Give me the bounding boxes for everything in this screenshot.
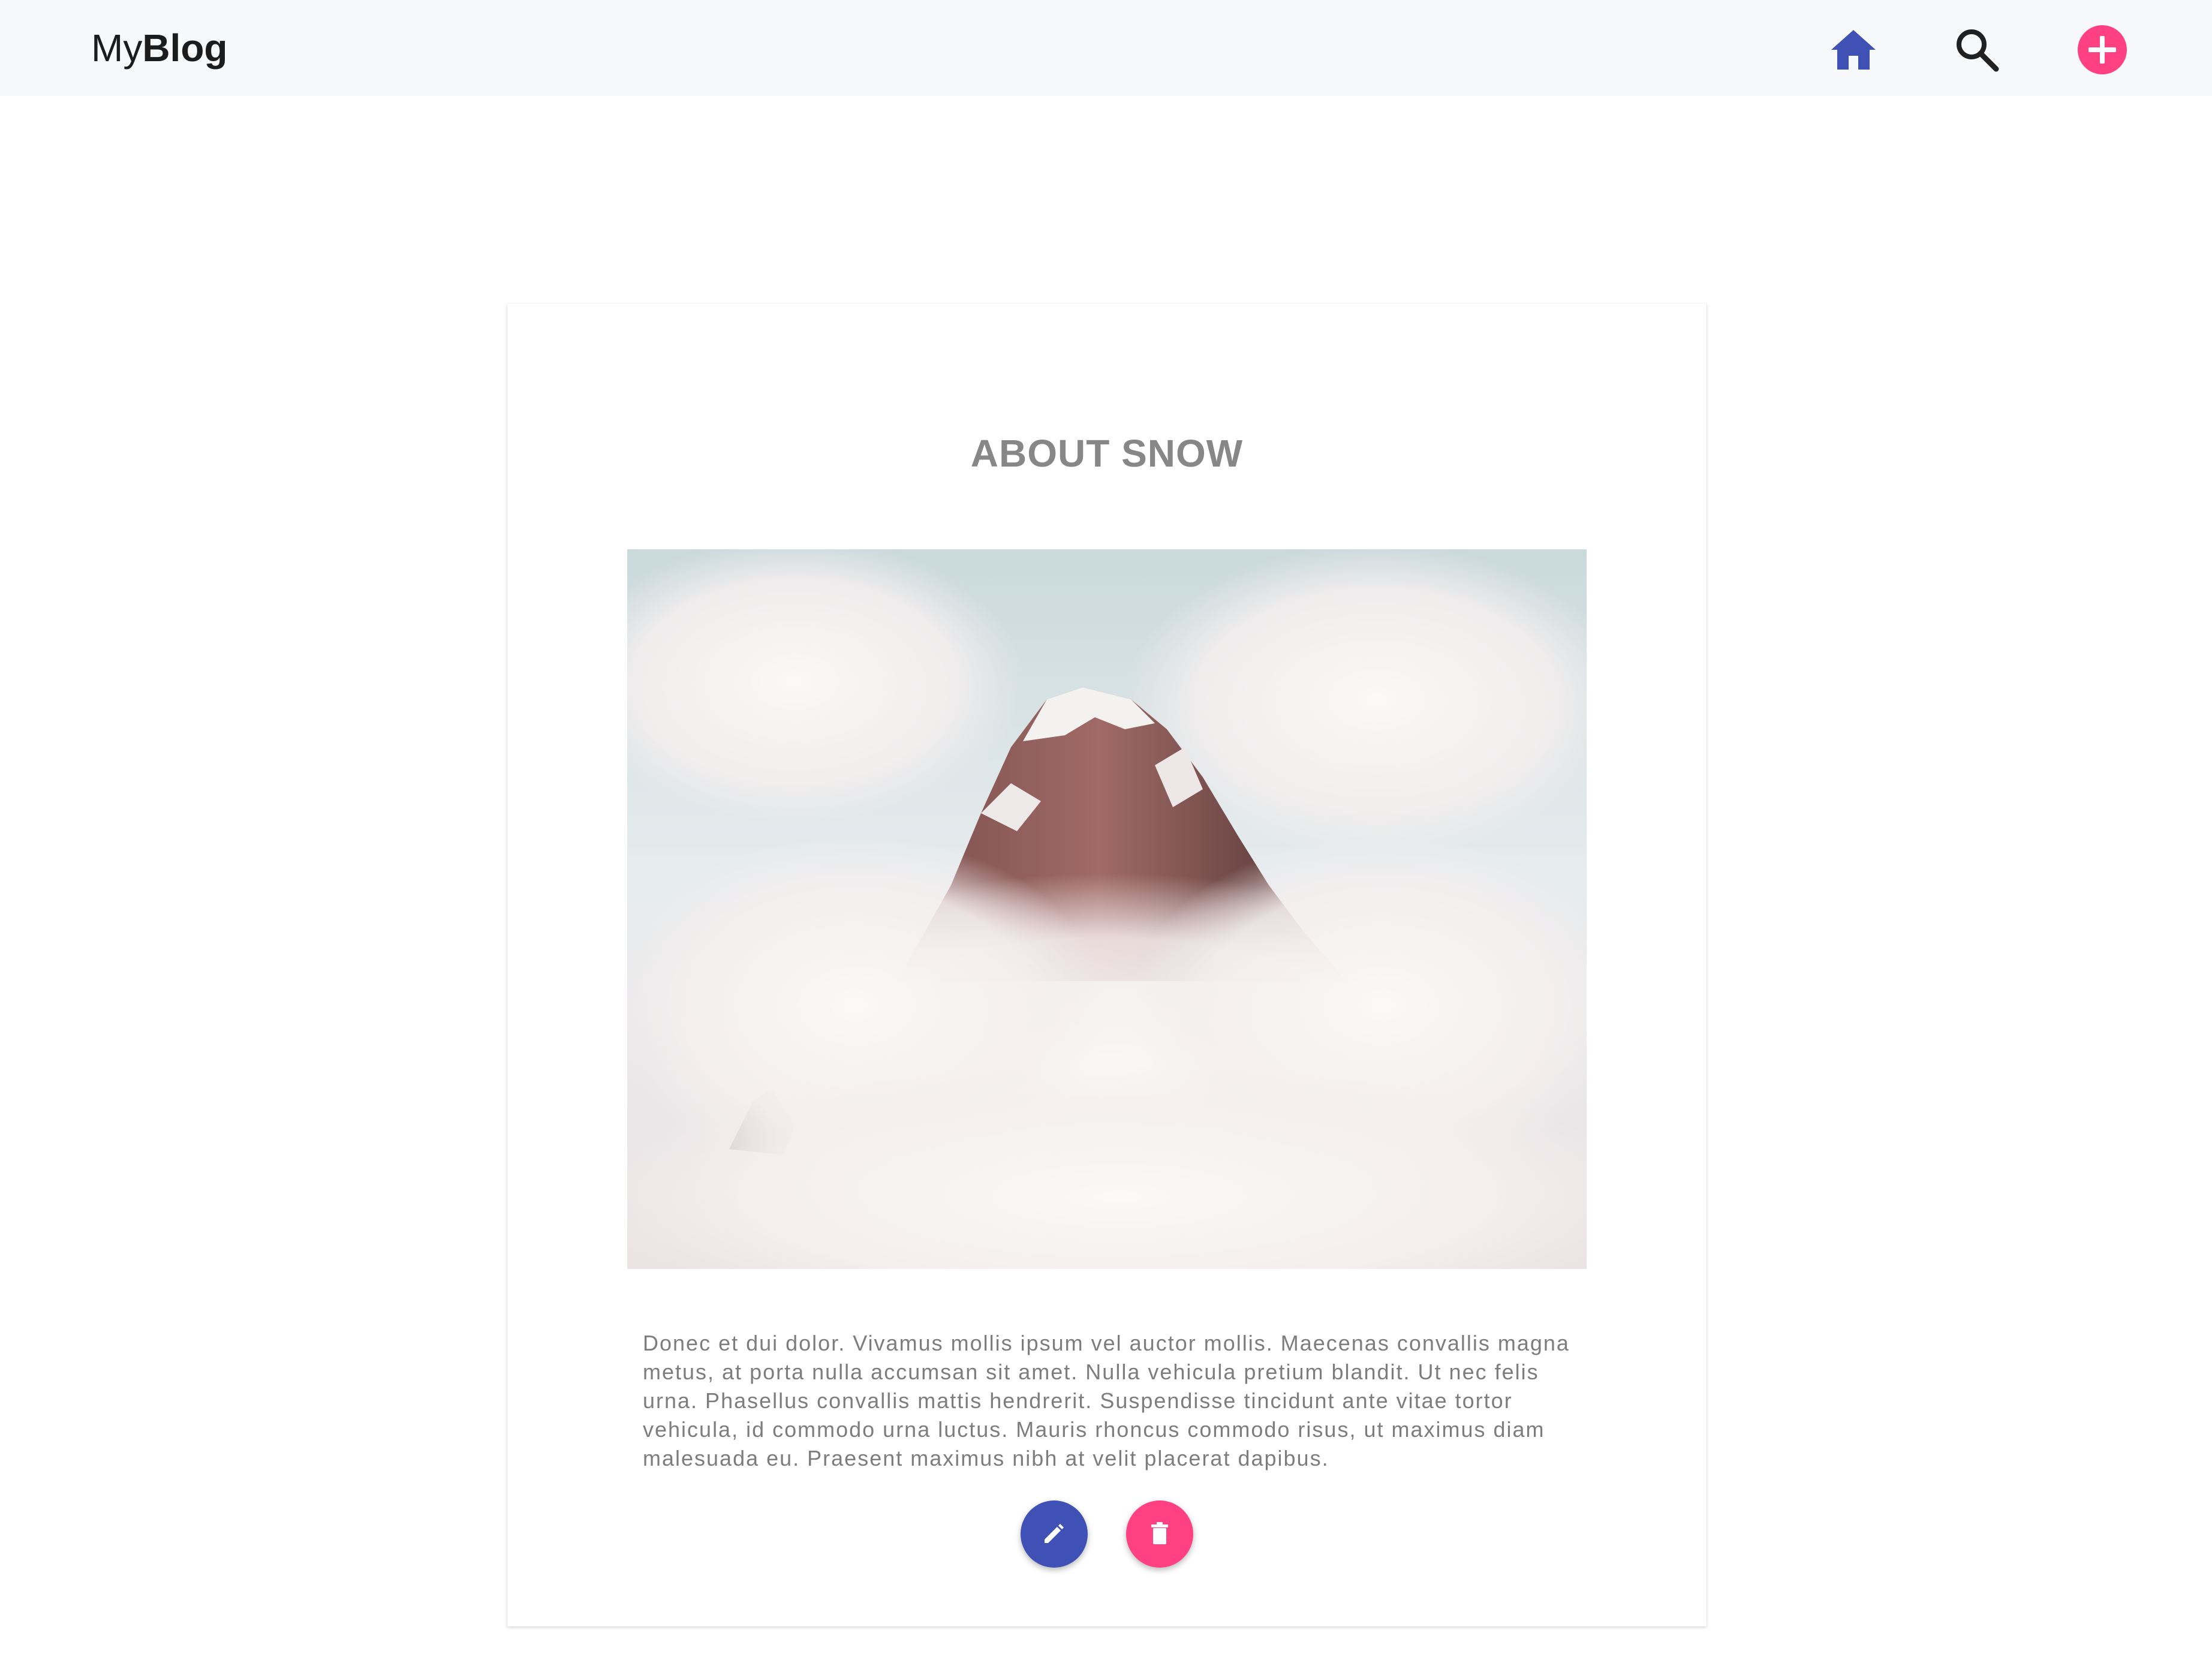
add-circle-icon [2077,25,2127,78]
brand-logo[interactable]: MyBlog [91,24,228,72]
delete-post-button[interactable] [1126,1500,1193,1568]
brand-text-bold: Blog [142,26,228,70]
brand-text-light: My [91,26,143,70]
pencil-icon [1041,1520,1067,1548]
post-title: ABOUT SNOW [970,431,1244,475]
post-image [627,549,1587,1269]
trash-icon [1148,1520,1172,1548]
home-button[interactable] [1826,24,1880,78]
top-navbar: MyBlog [0,0,2212,96]
post-body: Donec et dui dolor. Vivamus mollis ipsum… [643,1331,1570,1470]
search-icon [1954,27,2000,76]
edit-post-button[interactable] [1021,1500,1088,1568]
add-post-button[interactable] [2075,24,2129,78]
post-card: ABOUT SNOW Donec et dui dolor. Vivamus m… [507,303,1707,1626]
search-button[interactable] [1950,24,2004,78]
home-icon [1830,29,1877,74]
